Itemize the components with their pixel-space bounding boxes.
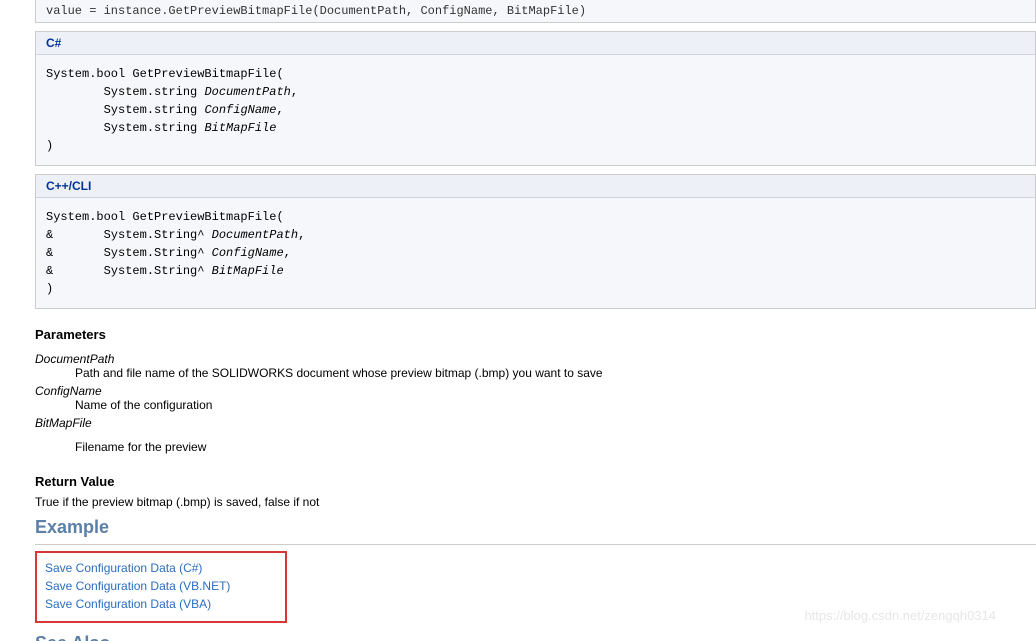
example-link-csharp[interactable]: Save Configuration Data (C#) [45, 559, 277, 577]
truncated-code-top: value = instance.GetPreviewBitmapFile(Do… [35, 0, 1036, 23]
example-link-vba[interactable]: Save Configuration Data (VBA) [45, 595, 277, 613]
return-value-heading: Return Value [35, 474, 1036, 489]
csharp-header: C# [36, 32, 1035, 55]
cpp-cli-header: C++/CLI [36, 175, 1035, 198]
param-bitmapfile-desc: Filename for the preview [35, 440, 1036, 454]
csharp-body: System.bool GetPreviewBitmapFile( System… [36, 55, 1035, 165]
example-links-box: Save Configuration Data (C#) Save Config… [35, 551, 287, 623]
return-value-desc: True if the preview bitmap (.bmp) is sav… [35, 495, 1036, 509]
parameters-heading: Parameters [35, 327, 1036, 342]
example-divider [35, 544, 1036, 545]
see-also-heading: See Also [35, 633, 1036, 641]
param-configname-name: ConfigName [35, 384, 1036, 398]
watermark-text: https://blog.csdn.net/zengqh0314 [804, 608, 996, 623]
param-documentpath-name: DocumentPath [35, 352, 1036, 366]
param-configname-desc: Name of the configuration [35, 398, 1036, 412]
csharp-code-block: C# System.bool GetPreviewBitmapFile( Sys… [35, 31, 1036, 166]
example-link-vbnet[interactable]: Save Configuration Data (VB.NET) [45, 577, 277, 595]
example-heading: Example [35, 517, 1036, 538]
cpp-cli-code-block: C++/CLI System.bool GetPreviewBitmapFile… [35, 174, 1036, 309]
param-bitmapfile-name: BitMapFile [35, 416, 1036, 430]
param-documentpath-desc: Path and file name of the SOLIDWORKS doc… [35, 366, 1036, 380]
cpp-cli-body: System.bool GetPreviewBitmapFile( & Syst… [36, 198, 1035, 308]
